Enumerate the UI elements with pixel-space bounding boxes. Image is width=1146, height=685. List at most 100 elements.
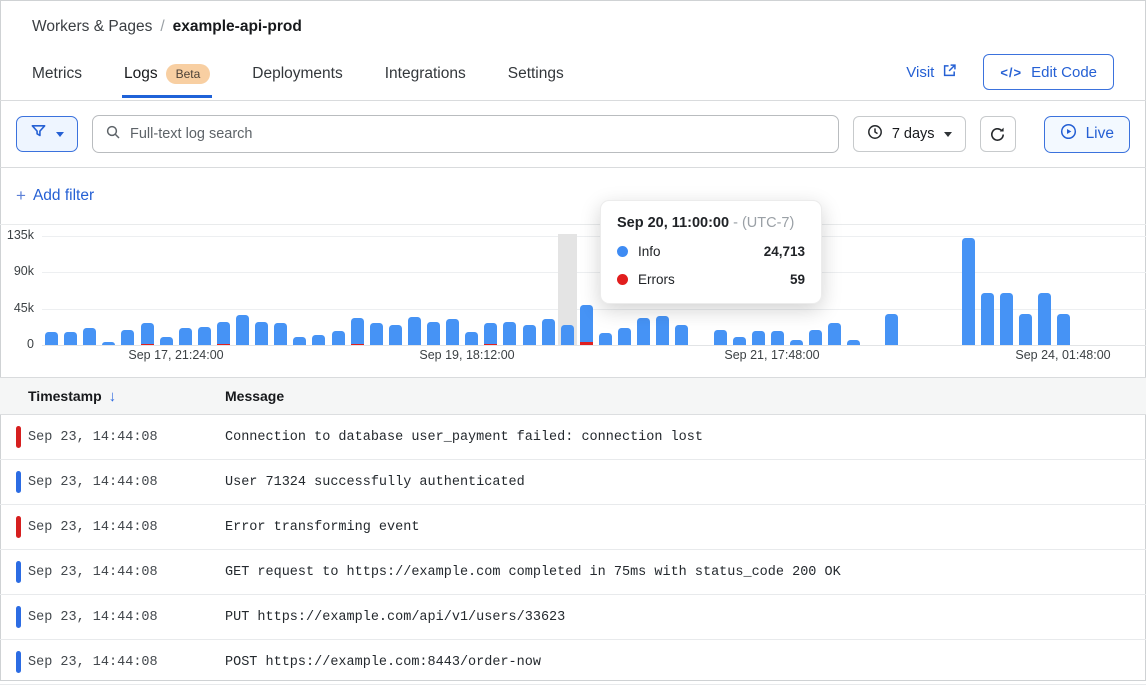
breadcrumb-separator: /: [160, 18, 164, 36]
chart-bar[interactable]: [656, 316, 669, 345]
log-table-row[interactable]: Sep 23, 14:44:08User 71324 successfully …: [0, 460, 1146, 505]
log-table-row[interactable]: Sep 23, 14:44:08GET request to https://e…: [0, 550, 1146, 595]
chart-bar[interactable]: [1038, 293, 1051, 345]
y-axis-tick: 45k: [0, 301, 34, 315]
search-icon: [105, 124, 121, 145]
chart-bar[interactable]: [141, 323, 154, 345]
chart-bar-error-segment: [484, 344, 497, 346]
chart-bar[interactable]: [465, 332, 478, 345]
gridline: [42, 236, 1146, 237]
chart-bar[interactable]: [714, 330, 727, 345]
chart-bar[interactable]: [274, 323, 287, 345]
chart-bar[interactable]: [523, 325, 536, 345]
chart-bar[interactable]: [790, 340, 803, 345]
table-header: Timestamp ↓ Message: [0, 378, 1146, 415]
column-timestamp: Timestamp: [28, 388, 102, 404]
chart-bar[interactable]: [217, 322, 230, 345]
add-filter-button[interactable]: + Add filter: [16, 186, 94, 206]
chart-bar[interactable]: [885, 314, 898, 345]
filter-bar: 7 days Live: [0, 101, 1146, 168]
chart-bar[interactable]: [809, 330, 822, 345]
log-table-row[interactable]: Sep 23, 14:44:08PUT https://example.com/…: [0, 595, 1146, 640]
chart-bar[interactable]: [675, 325, 688, 345]
chart-bar[interactable]: [427, 322, 440, 345]
log-table-row[interactable]: Sep 23, 14:44:08Error transforming event: [0, 505, 1146, 550]
chart-bar[interactable]: [561, 325, 574, 345]
add-filter-label: Add filter: [33, 187, 94, 205]
refresh-button[interactable]: [980, 116, 1016, 152]
log-volume-chart[interactable]: 135k90k45k0Sep 17, 21:24:00Sep 19, 18:12…: [0, 225, 1146, 377]
log-table-row[interactable]: Sep 23, 14:44:08POST https://example.com…: [0, 640, 1146, 685]
chart-bar[interactable]: [198, 327, 211, 345]
chart-bar[interactable]: [236, 315, 249, 345]
tab-deployments[interactable]: Deployments: [252, 56, 342, 98]
tab-label: Settings: [508, 65, 564, 83]
chart-bar[interactable]: [503, 322, 516, 345]
visit-link[interactable]: Visit: [906, 63, 957, 82]
chart-bar[interactable]: [160, 337, 173, 345]
chart-bar[interactable]: [351, 318, 364, 345]
chart-bar[interactable]: [332, 331, 345, 345]
chart-bar-error-segment: [141, 344, 154, 346]
gridline: [42, 345, 1146, 346]
chart-bar[interactable]: [102, 342, 115, 345]
filter-menu-button[interactable]: [16, 116, 78, 152]
chart-bar[interactable]: [580, 305, 593, 345]
chart-tooltip: Sep 20, 11:00:00 - (UTC-7) Info24,713Err…: [600, 200, 822, 304]
chart-bar[interactable]: [752, 331, 765, 345]
chart-bar[interactable]: [408, 317, 421, 345]
chart-bar[interactable]: [255, 322, 268, 345]
error-level-marker: [16, 426, 21, 448]
chart-bar[interactable]: [64, 332, 77, 345]
tab-label: Metrics: [32, 65, 82, 83]
chart-bar[interactable]: [847, 340, 860, 345]
tab-integrations[interactable]: Integrations: [385, 56, 466, 98]
tab-metrics[interactable]: Metrics: [32, 56, 82, 98]
chart-bar[interactable]: [121, 330, 134, 345]
chart-bar[interactable]: [981, 293, 994, 345]
chart-bar[interactable]: [542, 319, 555, 345]
time-range-select[interactable]: 7 days: [853, 116, 966, 152]
chart-bar[interactable]: [1057, 314, 1070, 345]
log-message: User 71324 successfully authenticated: [225, 475, 525, 490]
chart-bar[interactable]: [771, 331, 784, 345]
chart-bar[interactable]: [312, 335, 325, 345]
funnel-icon: [30, 123, 47, 145]
log-message: GET request to https://example.com compl…: [225, 565, 841, 580]
chart-bar[interactable]: [446, 319, 459, 345]
log-table-row[interactable]: Sep 23, 14:44:08Connection to database u…: [0, 415, 1146, 460]
chart-bar[interactable]: [599, 333, 612, 345]
live-button[interactable]: Live: [1044, 116, 1130, 153]
breadcrumb-section[interactable]: Workers & Pages: [32, 18, 152, 36]
tab-logs[interactable]: LogsBeta: [124, 56, 210, 98]
edit-code-button[interactable]: </> Edit Code: [983, 54, 1114, 90]
sort-descending-icon[interactable]: ↓: [109, 388, 117, 405]
chart-bar[interactable]: [484, 323, 497, 345]
x-axis-tick: Sep 21, 17:48:00: [724, 348, 819, 362]
info-level-marker: [16, 651, 21, 673]
chart-bar[interactable]: [618, 328, 631, 345]
chart-bar[interactable]: [45, 332, 58, 345]
tooltip-utc-offset: - (UTC-7): [733, 215, 794, 231]
chevron-down-icon: [56, 132, 64, 137]
search-input[interactable]: [130, 126, 826, 142]
chart-bar[interactable]: [370, 323, 383, 345]
chart-bar[interactable]: [962, 238, 975, 345]
chart-bar[interactable]: [1019, 314, 1032, 345]
info-level-marker: [16, 606, 21, 628]
chart-bar[interactable]: [293, 337, 306, 345]
chart-bar[interactable]: [83, 328, 96, 345]
tooltip-series-row: Errors59: [617, 272, 805, 287]
tab-settings[interactable]: Settings: [508, 56, 564, 98]
chart-bar[interactable]: [637, 318, 650, 345]
chart-bar[interactable]: [1000, 293, 1013, 345]
chart-bar[interactable]: [179, 328, 192, 345]
tooltip-series-label: Errors: [638, 272, 675, 287]
log-timestamp: Sep 23, 14:44:08: [0, 565, 225, 580]
chevron-down-icon: [944, 132, 952, 137]
chart-bar[interactable]: [733, 337, 746, 345]
chart-bar[interactable]: [828, 323, 841, 345]
code-icon: </>: [1000, 65, 1022, 80]
chart-bar[interactable]: [389, 325, 402, 345]
log-timestamp: Sep 23, 14:44:08: [0, 475, 225, 490]
